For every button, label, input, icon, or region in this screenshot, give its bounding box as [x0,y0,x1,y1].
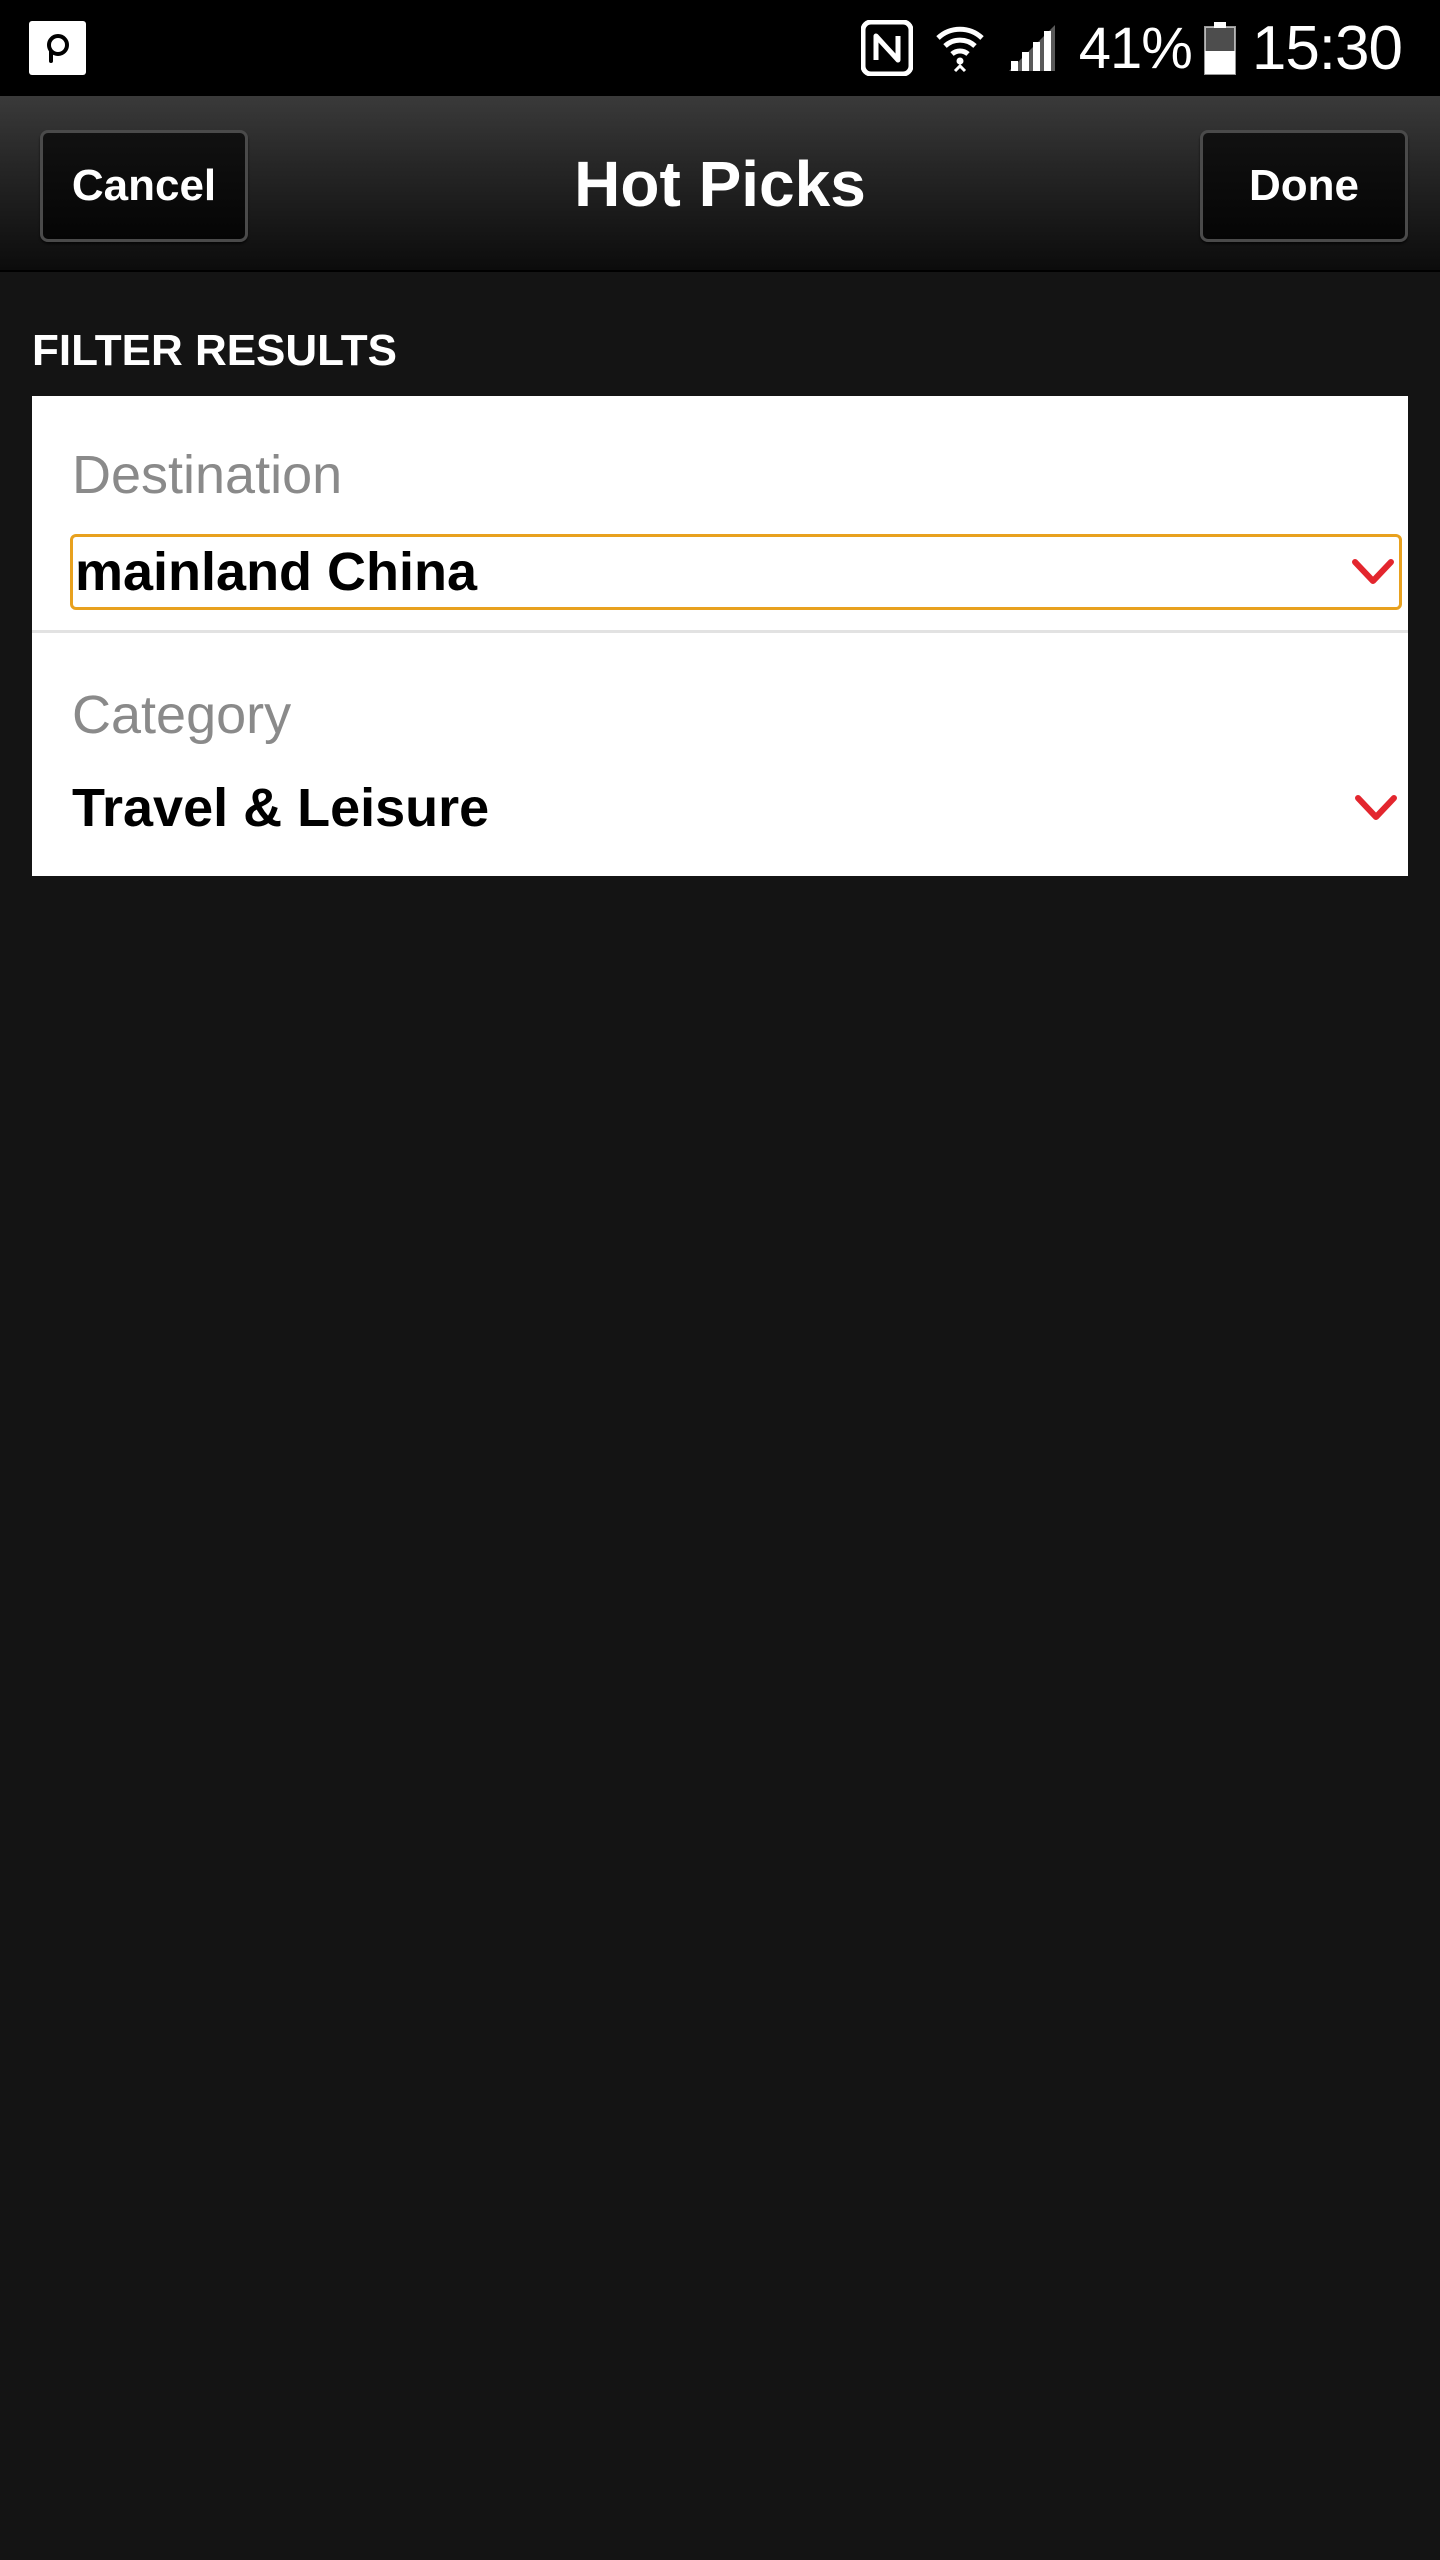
destination-select[interactable]: mainland China [70,534,1402,610]
signal-icon [1008,25,1055,71]
cancel-button[interactable]: Cancel [40,130,248,242]
status-bar: 41% 15:30 [0,0,1440,96]
destination-label: Destination [72,445,343,505]
app-notification-icon [29,21,86,75]
filter-section-title: FILTER RESULTS [32,326,398,375]
filter-card: Destination mainland China Category Trav… [32,396,1408,876]
chevron-down-icon [1352,559,1394,584]
clock: 15:30 [1251,13,1403,83]
divider [32,630,1408,633]
battery-icon [1203,22,1236,75]
done-button[interactable]: Done [1200,130,1408,242]
chevron-down-icon [1355,795,1397,820]
destination-value: mainland China [75,542,478,602]
nfc-icon [860,20,913,76]
category-select[interactable]: Travel & Leisure [70,770,1402,846]
header-bar: Hot Picks Cancel Done [0,96,1440,272]
wifi-icon [936,26,984,73]
category-value: Travel & Leisure [72,778,490,838]
category-label: Category [72,685,292,745]
battery-percent: 41% [1078,15,1193,81]
